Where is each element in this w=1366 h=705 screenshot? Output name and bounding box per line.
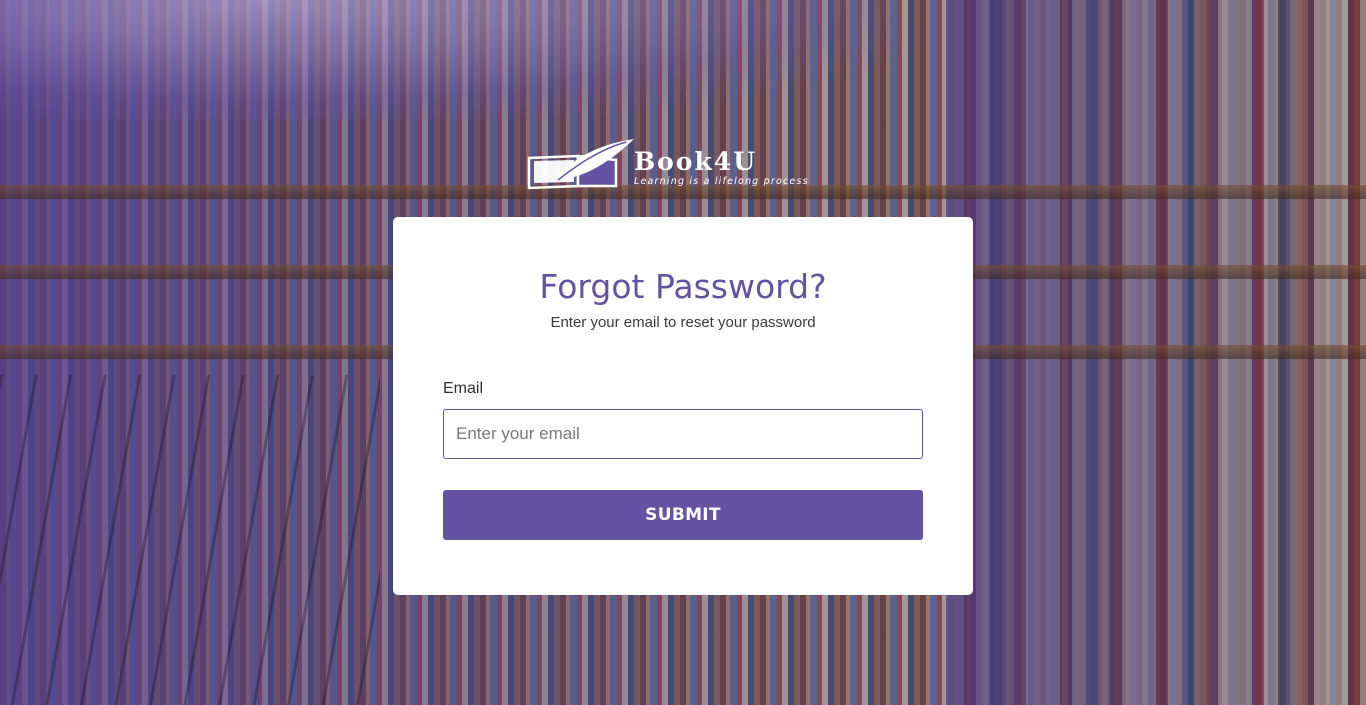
submit-button[interactable]: SUBMIT: [443, 490, 923, 540]
balcony-railing: [0, 375, 380, 705]
page-title: Forgot Password?: [539, 267, 827, 306]
brand-name: Book4U: [634, 147, 757, 176]
brand-logo: Book4U Learning is a lifelong process: [526, 136, 846, 192]
page-subtitle: Enter your email to reset your password: [550, 314, 816, 331]
forgot-password-card: Forgot Password? Enter your email to res…: [393, 217, 973, 595]
email-input[interactable]: [443, 409, 923, 459]
email-label: Email: [443, 380, 484, 397]
open-book-with-quill-icon: [527, 139, 634, 190]
library-ceiling: [0, 0, 900, 120]
brand-text: Book4U Learning is a lifelong process: [634, 148, 809, 188]
brand-tagline: Learning is a lifelong process: [634, 176, 809, 187]
